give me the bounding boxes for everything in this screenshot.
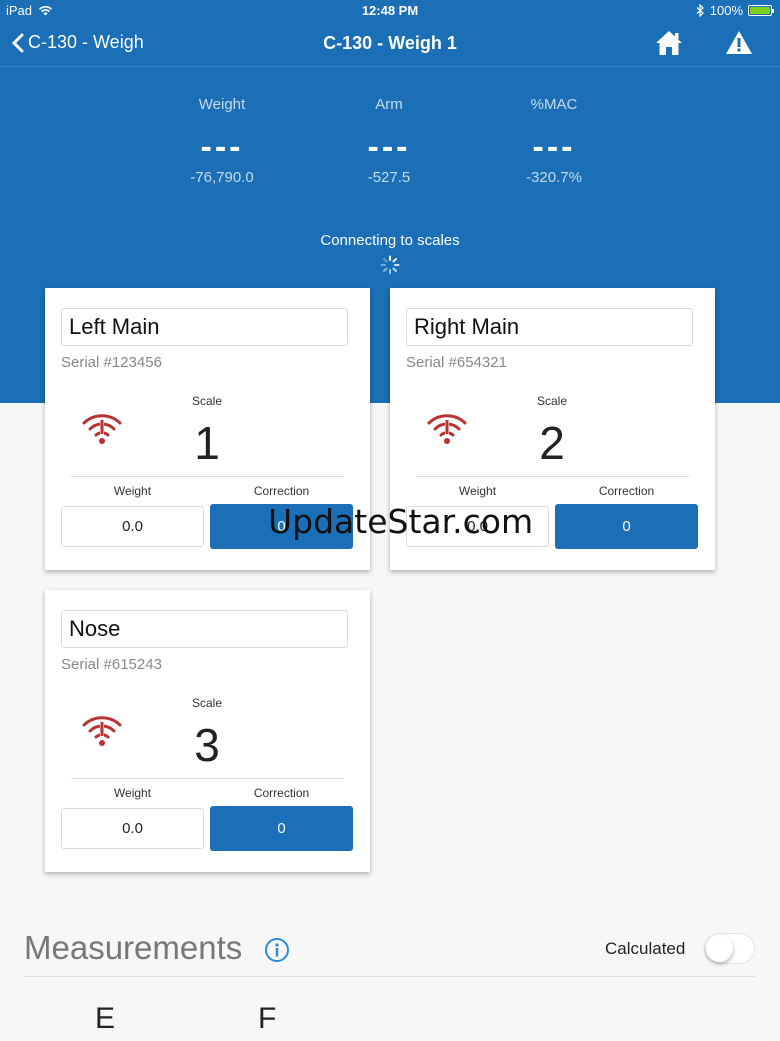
toggle-knob bbox=[706, 935, 733, 962]
scale-name-input[interactable]: Left Main bbox=[61, 308, 348, 346]
status-time: 12:48 PM bbox=[361, 3, 419, 18]
scale-serial: Serial #123456 bbox=[61, 354, 162, 371]
correction-button[interactable]: 0 bbox=[210, 806, 353, 851]
metric-sub-value: -527.5 bbox=[367, 169, 411, 186]
scale-number: 1 bbox=[194, 417, 220, 469]
scale-name-input[interactable]: Nose bbox=[61, 610, 348, 648]
correction-label: Correction bbox=[253, 786, 310, 800]
spinner-icon bbox=[380, 255, 400, 275]
scale-label: Scale bbox=[191, 696, 223, 710]
connecting-status: Connecting to scales bbox=[320, 232, 460, 249]
correction-button[interactable]: 0 bbox=[210, 504, 353, 549]
scale-signal-icon bbox=[427, 414, 467, 444]
battery-icon bbox=[748, 5, 774, 16]
scale-card-right-main: Right Main Serial #654321 Scale 2 Weight… bbox=[390, 288, 715, 570]
card-divider bbox=[71, 778, 344, 779]
scale-label: Scale bbox=[191, 394, 223, 408]
weight-field[interactable]: 0.0 bbox=[61, 808, 204, 849]
home-icon[interactable] bbox=[654, 28, 684, 58]
scale-serial: Serial #654321 bbox=[406, 354, 507, 371]
scale-card-left-main: Left Main Serial #123456 Scale 1 Weight … bbox=[45, 288, 370, 570]
weight-label: Weight bbox=[113, 786, 152, 800]
metric-weight: Weight --- -76,790.0 bbox=[142, 96, 302, 186]
correction-label: Correction bbox=[253, 484, 310, 498]
column-header-e: E bbox=[95, 1002, 116, 1035]
card-divider bbox=[71, 476, 344, 477]
weight-label: Weight bbox=[458, 484, 497, 498]
metric-value: --- bbox=[532, 128, 576, 166]
weight-label: Weight bbox=[113, 484, 152, 498]
weight-field[interactable]: 0.0 bbox=[406, 506, 549, 547]
status-bar: iPad 12:48 PM 100% bbox=[0, 0, 780, 22]
warning-icon[interactable] bbox=[725, 29, 753, 57]
measurements-title: Measurements bbox=[24, 929, 243, 966]
scale-card-nose: Nose Serial #615243 Scale 3 Weight Corre… bbox=[45, 590, 370, 872]
weight-field[interactable]: 0.0 bbox=[61, 506, 204, 547]
correction-button[interactable]: 0 bbox=[555, 504, 698, 549]
measurements-divider bbox=[24, 976, 755, 977]
column-header-f: F bbox=[258, 1002, 277, 1035]
scale-signal-icon bbox=[82, 414, 122, 444]
scale-signal-icon bbox=[82, 716, 122, 746]
metric-label: %MAC bbox=[530, 96, 578, 113]
scale-number: 3 bbox=[194, 719, 220, 771]
nav-divider bbox=[0, 66, 780, 67]
metric-sub-value: -320.7% bbox=[526, 169, 582, 186]
scale-serial: Serial #615243 bbox=[61, 656, 162, 673]
metric-sub-value: -76,790.0 bbox=[190, 169, 254, 186]
metric-label: Arm bbox=[375, 96, 403, 113]
metric-mac: %MAC --- -320.7% bbox=[474, 96, 634, 186]
navigation-bar: C-130 - Weigh C-130 - Weigh 1 bbox=[0, 22, 780, 66]
info-icon[interactable] bbox=[264, 937, 290, 963]
scale-label: Scale bbox=[536, 394, 568, 408]
calculated-toggle[interactable] bbox=[704, 933, 755, 964]
calculated-label: Calculated bbox=[605, 939, 686, 958]
metric-label: Weight bbox=[198, 96, 246, 113]
correction-label: Correction bbox=[598, 484, 655, 498]
scale-number: 2 bbox=[539, 417, 565, 469]
metric-value: --- bbox=[200, 128, 244, 166]
card-divider bbox=[416, 476, 689, 477]
bluetooth-icon bbox=[696, 4, 704, 17]
battery-percent: 100% bbox=[709, 3, 743, 18]
metric-arm: Arm --- -527.5 bbox=[309, 96, 469, 186]
metric-value: --- bbox=[367, 128, 411, 166]
scale-name-input[interactable]: Right Main bbox=[406, 308, 693, 346]
